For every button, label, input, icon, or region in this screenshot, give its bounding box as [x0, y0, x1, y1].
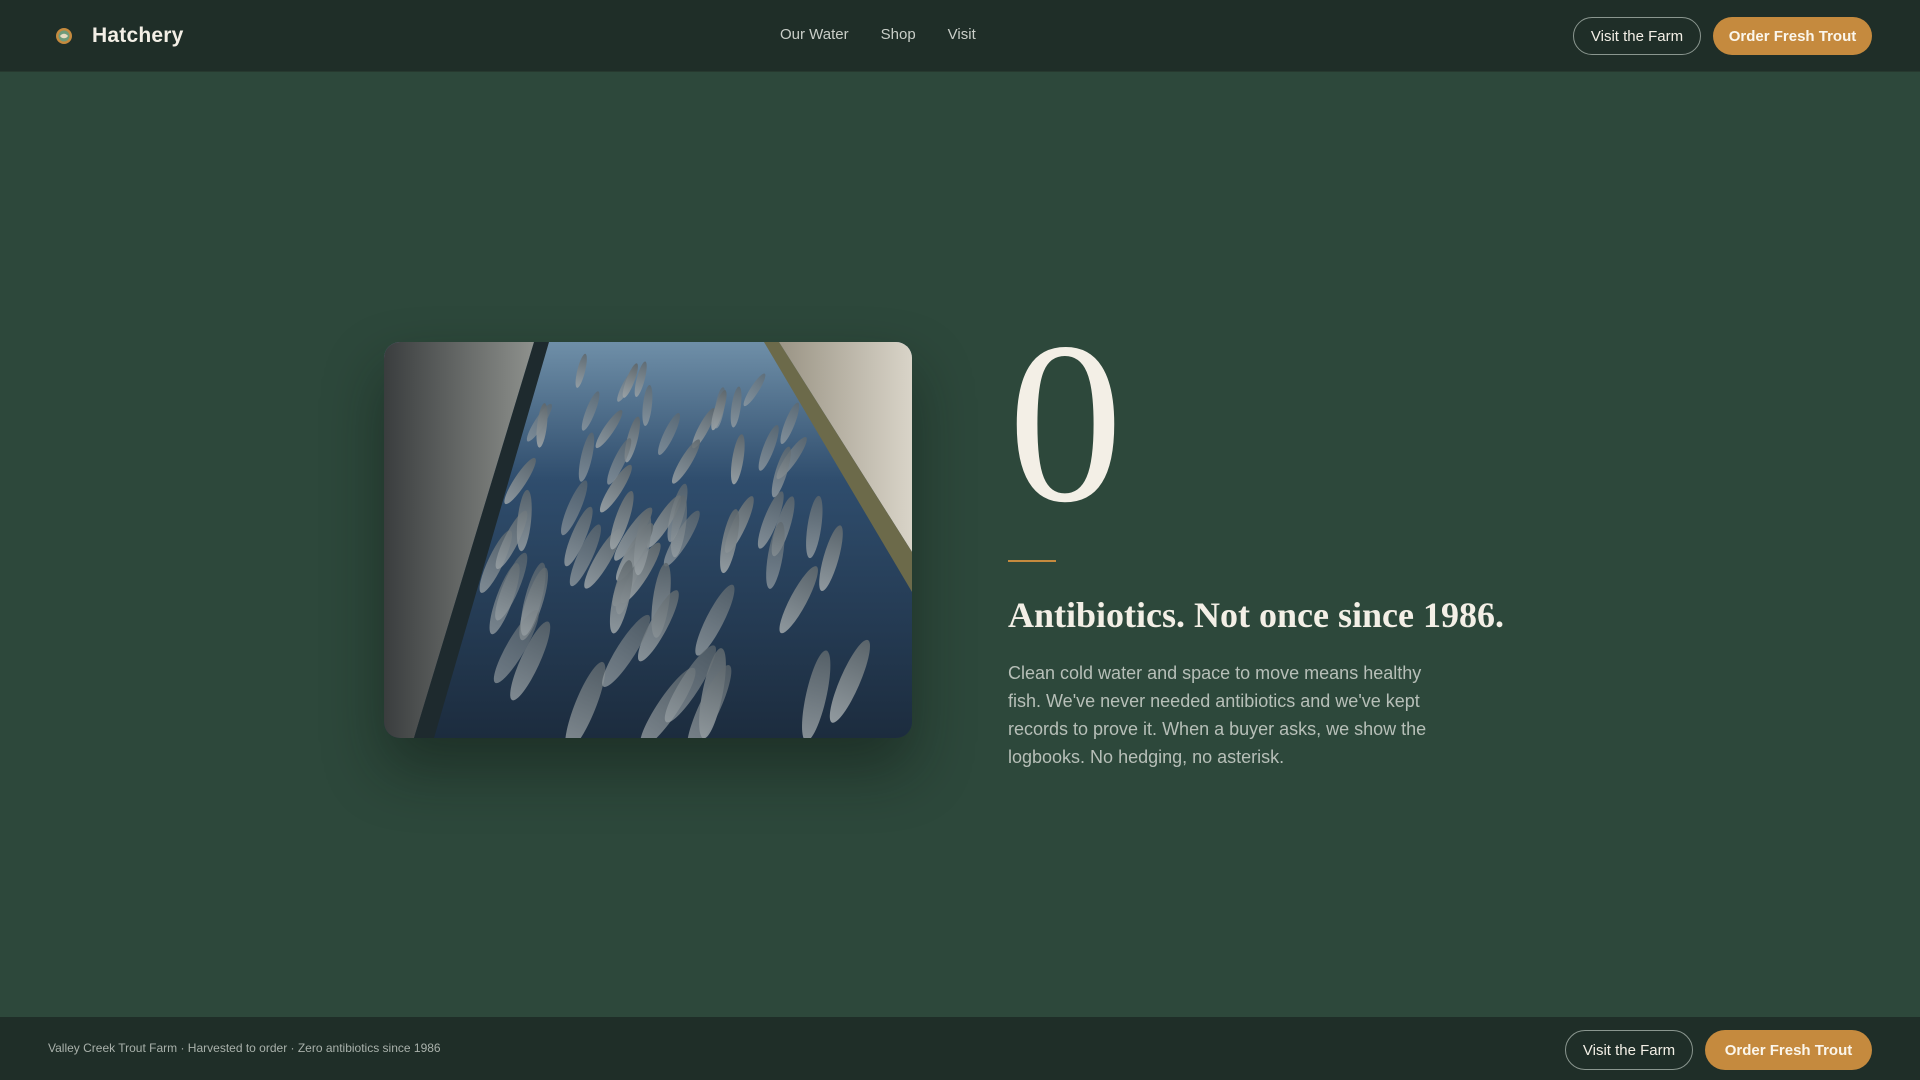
accent-divider	[1008, 560, 1056, 562]
order-trout-button[interactable]: Order Fresh Trout	[1713, 17, 1872, 55]
footer-tagline: Valley Creek Trout Farm · Harvested to o…	[48, 1041, 441, 1055]
stat-description: Clean cold water and space to move means…	[1008, 663, 1427, 767]
main-nav: Our Water Shop Visit	[780, 26, 976, 46]
nav-visit[interactable]: Visit	[948, 26, 976, 46]
site-header: Hatchery Our Water Shop Visit Visit the …	[0, 0, 1920, 72]
footer-order-trout-button[interactable]: Order Fresh Trout	[1705, 1030, 1872, 1070]
fish-badge-icon	[56, 28, 72, 44]
nav-our-water[interactable]: Our Water	[780, 26, 849, 46]
brand-name: Hatchery	[92, 24, 184, 47]
stat-headline: Antibiotics. Not once since 1986.	[1008, 595, 1504, 635]
sticky-footer-bar: Valley Creek Trout Farm · Harvested to o…	[0, 1017, 1920, 1080]
nav-shop[interactable]: Shop	[881, 26, 916, 46]
stat-value: 0	[1008, 295, 1123, 550]
trout-raceway-illustration	[384, 342, 912, 738]
footer-visit-farm-button[interactable]: Visit the Farm	[1565, 1030, 1693, 1070]
brand[interactable]: Hatchery	[52, 22, 183, 50]
visit-farm-button[interactable]: Visit the Farm	[1573, 17, 1701, 55]
trout-raceway-photo	[384, 342, 912, 738]
